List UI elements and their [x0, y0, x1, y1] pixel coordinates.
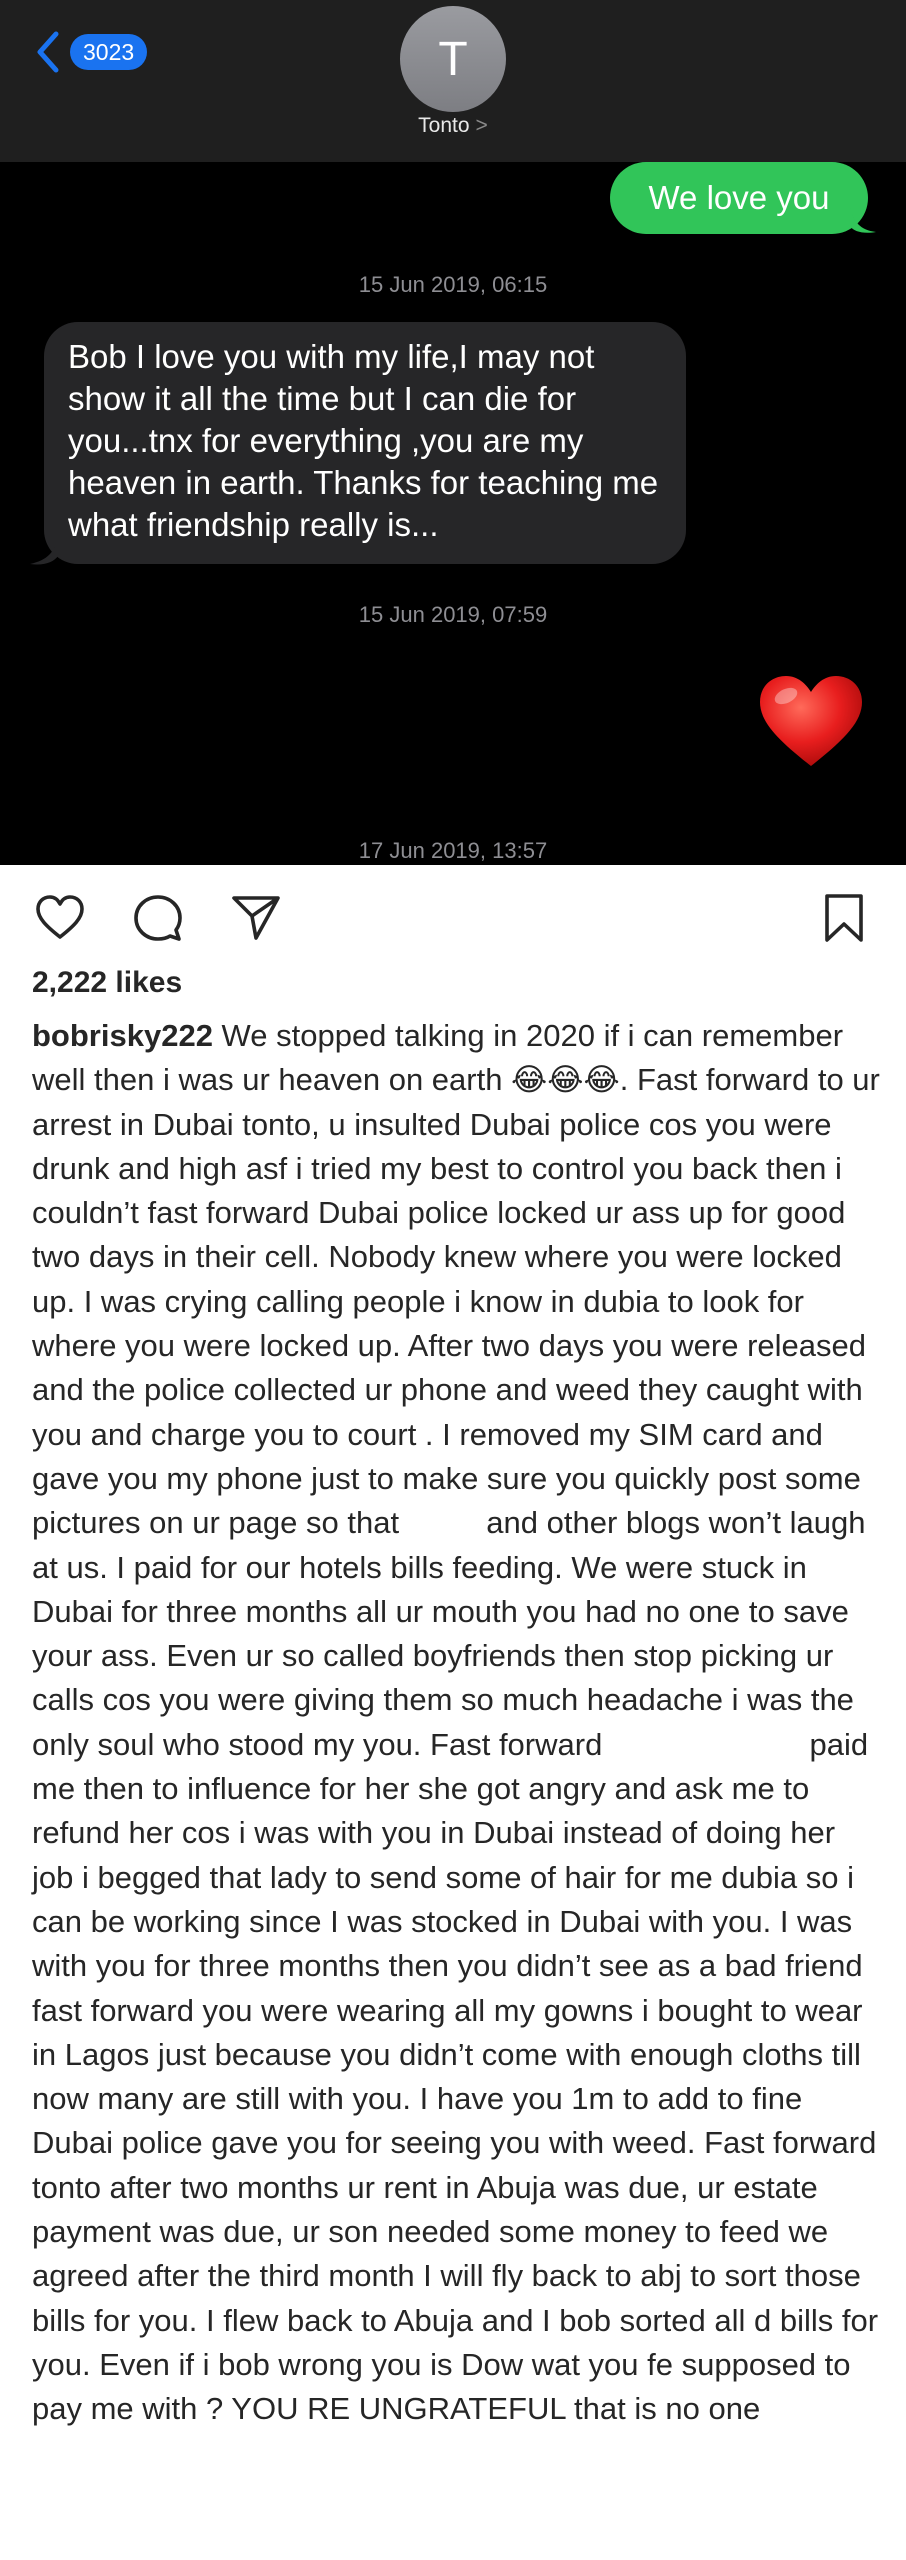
share-paper-plane-icon[interactable]: [230, 892, 282, 944]
message-timestamp: 15 Jun 2019, 06:15: [358, 272, 548, 297]
bubble-tail-outgoing: [850, 208, 876, 233]
message-screenshot: 3023 T Tonto > We love you 15 Jun 2019, 0…: [0, 0, 906, 865]
message-timestamp: 17 Jun 2019, 13:57: [358, 838, 548, 863]
caption-text: and other blogs won’t laugh at us. I pai…: [32, 1505, 866, 1762]
message-timestamp: 15 Jun 2019, 07:59: [358, 602, 548, 627]
caption-username[interactable]: bobrisky222: [32, 1018, 213, 1053]
back-button[interactable]: 3023: [32, 30, 148, 74]
outgoing-message-bubble[interactable]: We love you: [610, 162, 868, 234]
incoming-message-bubble[interactable]: Bob I love you with my life,I may not sh…: [44, 322, 686, 564]
redacted-text: [610, 1731, 801, 1762]
unread-count-badge: 3023: [70, 34, 148, 70]
comment-icon[interactable]: [132, 892, 184, 944]
conversation-header: 3023 T Tonto >: [0, 0, 906, 162]
contact-name-button[interactable]: Tonto >: [0, 114, 906, 138]
contact-name: Tonto: [418, 114, 470, 137]
caption-text: paid me then to influence for her she go…: [32, 1726, 879, 2427]
contact-avatar[interactable]: T: [400, 6, 506, 112]
like-heart-icon[interactable]: [34, 892, 86, 944]
likes-count[interactable]: 2,222 likes: [32, 966, 182, 1000]
save-bookmark-icon[interactable]: [818, 892, 870, 944]
red-heart-icon[interactable]: [758, 674, 864, 770]
bubble-tail-incoming: [30, 538, 58, 565]
redacted-text: [407, 1510, 478, 1541]
chevron-left-icon: [37, 31, 59, 73]
post-caption: bobrisky222 We stopped talking in 2020 i…: [32, 1014, 884, 2432]
post-action-row: [0, 880, 906, 950]
chevron-right-icon: >: [475, 114, 488, 137]
caption-text: We stopped talking in 2020 if i can reme…: [32, 1018, 880, 1541]
